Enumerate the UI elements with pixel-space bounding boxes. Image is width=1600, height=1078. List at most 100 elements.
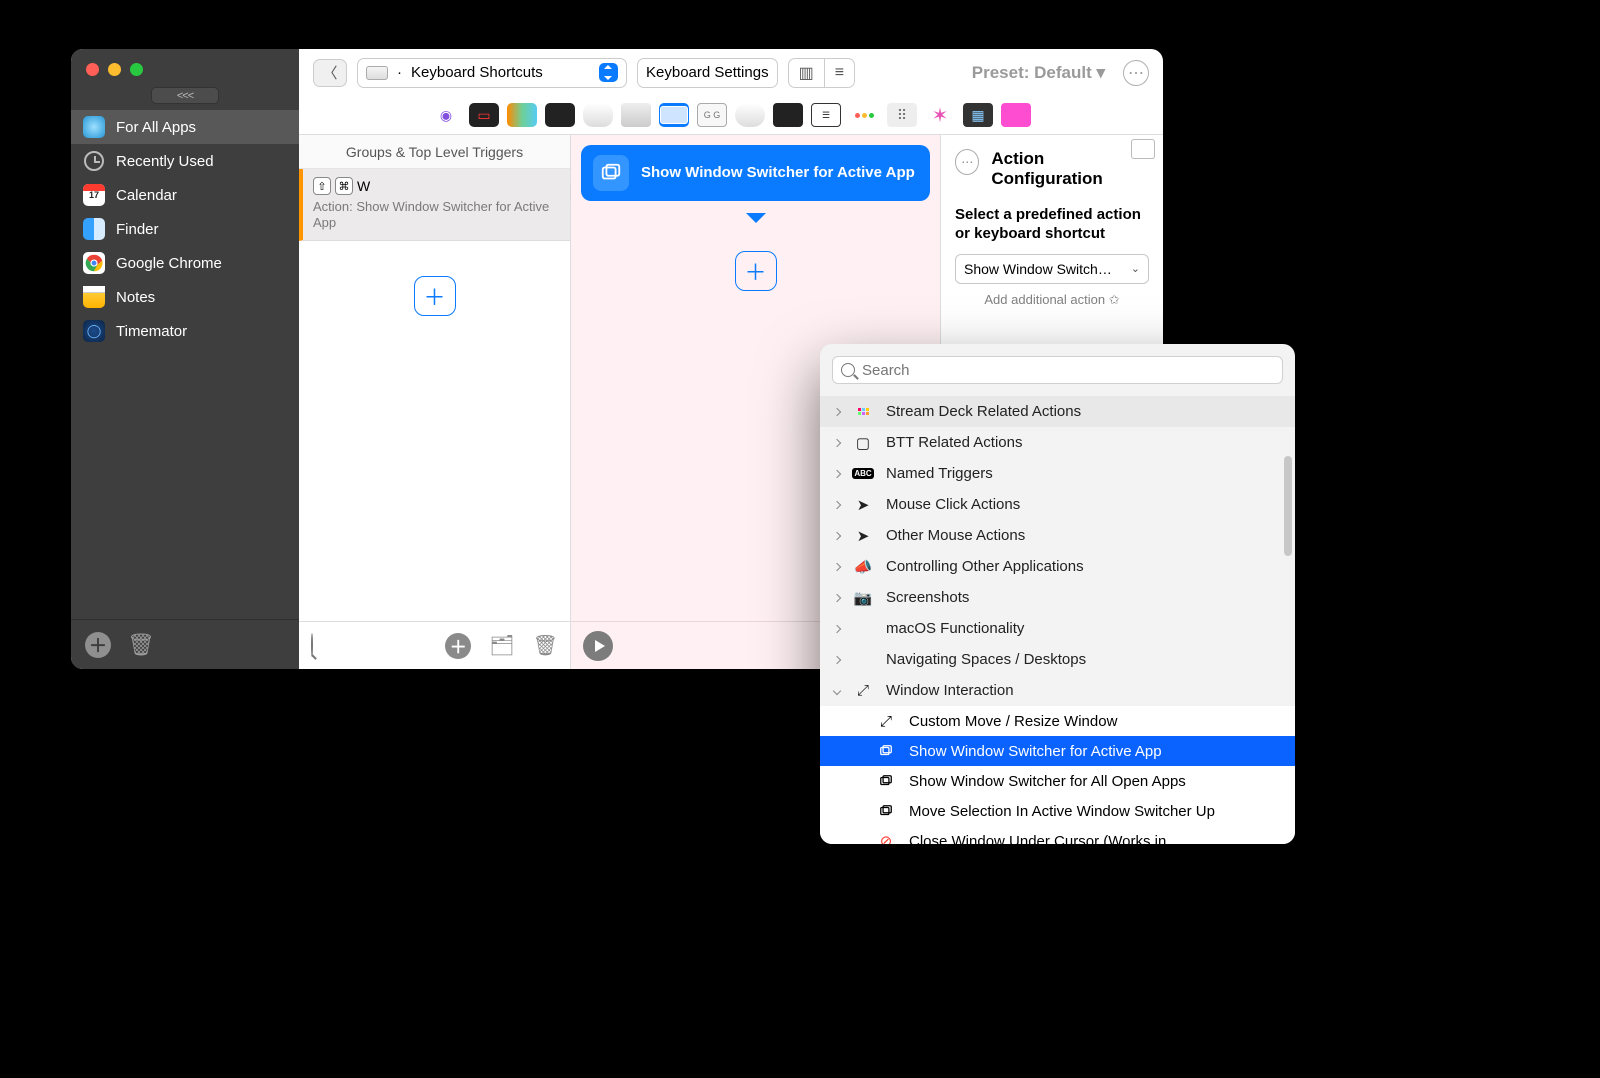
view-mode-toggle[interactable]: ▥ ≡ xyxy=(788,58,855,88)
action-custom-move-resize[interactable]: ⤢Custom Move / Resize Window xyxy=(820,706,1295,736)
sidebar-item-notes[interactable]: Notes xyxy=(71,280,299,314)
category-mouse-click[interactable]: ➤Mouse Click Actions xyxy=(820,489,1295,520)
device-proximity-icon[interactable]: ◉ xyxy=(431,103,461,127)
device-streamdeck-grid-icon[interactable] xyxy=(545,103,575,127)
groups-header: Groups & Top Level Triggers xyxy=(299,135,570,169)
add-button[interactable]: ＋ xyxy=(445,633,471,659)
popout-icon[interactable] xyxy=(1133,141,1155,159)
chevron-down-icon: ⌄ xyxy=(1131,262,1140,275)
action-title: Show Window Switcher for Active App xyxy=(641,164,915,182)
add-app-button[interactable]: ＋ xyxy=(85,632,111,658)
trigger-description: Action: Show Window Switcher for Active … xyxy=(313,199,560,232)
window-switcher-icon xyxy=(593,155,629,191)
trigger-shortcut: ⇧ ⌘ W xyxy=(313,177,560,195)
device-dots-icon[interactable] xyxy=(849,103,879,127)
search-input[interactable] xyxy=(862,362,1274,379)
device-selector-row: ◉ ▭ G G ☰ ⠿ ✶ ▦ xyxy=(299,96,1163,134)
scrollbar[interactable] xyxy=(1284,456,1292,556)
sidebar-item-finder[interactable]: Finder xyxy=(71,212,299,246)
action-picker-popover: Stream Deck Related Actions ▢BTT Related… xyxy=(820,344,1295,844)
category-screenshots[interactable]: 📷Screenshots xyxy=(820,582,1295,613)
trigger-row[interactable]: ⇧ ⌘ W Action: Show Window Switcher for A… xyxy=(299,169,570,241)
add-trigger-button[interactable]: ＋ xyxy=(414,276,456,316)
list-view-icon[interactable]: ≡ xyxy=(824,59,854,87)
action-move-selection-up[interactable]: Move Selection In Active Window Switcher… xyxy=(820,796,1295,826)
delete-app-button[interactable]: 🗑 xyxy=(127,632,155,658)
action-close-window-cursor[interactable]: ⊘ Close Window Under Cursor (Works in xyxy=(820,826,1295,844)
add-action-button[interactable]: ＋ xyxy=(735,251,777,291)
cursor-icon: ➤ xyxy=(853,496,873,514)
run-action-button[interactable] xyxy=(583,631,613,661)
sidebar-item-label: Google Chrome xyxy=(116,255,222,272)
add-additional-action[interactable]: Add additional action ✩ xyxy=(955,292,1149,308)
category-named-triggers[interactable]: ABCNamed Triggers xyxy=(820,458,1295,489)
collapse-sidebar-button[interactable]: <<< xyxy=(151,87,219,104)
gear-icon[interactable]: ⋯ xyxy=(955,149,979,175)
device-trackpad-icon[interactable] xyxy=(621,103,651,127)
device-magic-mouse-icon[interactable] xyxy=(735,103,765,127)
back-button[interactable]: 〈 xyxy=(313,59,347,87)
window-controls xyxy=(71,49,299,76)
device-midi-icon[interactable]: ⠿ xyxy=(887,103,917,127)
sidebar-item-recently-used[interactable]: Recently Used xyxy=(71,144,299,178)
sidebar-item-chrome[interactable]: Google Chrome xyxy=(71,246,299,280)
category-list: Stream Deck Related Actions ▢BTT Related… xyxy=(820,396,1295,844)
category-btt[interactable]: ▢BTT Related Actions xyxy=(820,427,1295,458)
calendar-icon xyxy=(83,184,105,206)
column-view-icon[interactable]: ▥ xyxy=(789,59,824,87)
device-mouse-icon[interactable] xyxy=(583,103,613,127)
category-macos[interactable]: macOS Functionality xyxy=(820,613,1295,644)
device-pink-icon[interactable] xyxy=(1001,103,1031,127)
action-card[interactable]: Show Window Switcher for Active App xyxy=(581,145,930,201)
close-window-button[interactable] xyxy=(86,63,99,76)
sidebar-item-label: Calendar xyxy=(116,187,177,204)
sidebar-item-label: For All Apps xyxy=(116,119,196,136)
minimize-window-button[interactable] xyxy=(108,63,121,76)
more-menu-button[interactable]: ⋯ xyxy=(1123,60,1149,86)
sidebar-item-calendar[interactable]: Calendar xyxy=(71,178,299,212)
action-select-dropdown[interactable]: Show Window Switch… ⌄ xyxy=(955,254,1149,284)
device-touchbar-icon[interactable]: ▭ xyxy=(469,103,499,127)
section-dropdown[interactable]: · Keyboard Shortcuts xyxy=(357,58,627,88)
device-keyboard-icon[interactable] xyxy=(659,103,689,127)
sidebar-item-label: Notes xyxy=(116,289,155,306)
action-window-switcher-active[interactable]: Show Window Switcher for Active App xyxy=(820,736,1295,766)
category-controlling-apps[interactable]: 📣Controlling Other Applications xyxy=(820,551,1295,582)
section-label: Keyboard Shortcuts xyxy=(411,64,543,81)
shift-key-icon: ⇧ xyxy=(313,177,331,195)
category-window-interaction[interactable]: ⤢Window Interaction xyxy=(820,675,1295,706)
search-field[interactable] xyxy=(832,356,1283,384)
zoom-window-button[interactable] xyxy=(130,63,143,76)
window-icon xyxy=(876,804,896,818)
search-icon[interactable] xyxy=(311,634,313,657)
device-remote-icon[interactable] xyxy=(773,103,803,127)
configuration-help: Select a predefined action or keyboard s… xyxy=(955,206,1149,244)
delete-icon[interactable]: 🗑 xyxy=(533,633,558,658)
sidebar-item-all-apps[interactable]: For All Apps xyxy=(71,110,299,144)
action-window-switcher-all[interactable]: Show Window Switcher for All Open Apps xyxy=(820,766,1295,796)
category-stream-deck[interactable]: Stream Deck Related Actions xyxy=(820,396,1295,427)
device-streamdeck-colors-icon[interactable] xyxy=(507,103,537,127)
sidebar-item-timemator[interactable]: Timemator xyxy=(71,314,299,348)
btt-icon: ▢ xyxy=(853,434,873,452)
preset-dropdown[interactable]: Preset: Default ▾ xyxy=(972,63,1105,83)
keyboard-icon xyxy=(366,66,388,80)
expand-icon: ⤢ xyxy=(853,682,873,699)
device-grid-icon[interactable]: ▦ xyxy=(963,103,993,127)
device-key-icon[interactable]: G G xyxy=(697,103,727,127)
device-star-icon[interactable]: ✶ xyxy=(925,103,955,127)
new-folder-icon[interactable]: 🗂 xyxy=(489,633,514,658)
device-menubar-icon[interactable]: ☰ xyxy=(811,103,841,127)
window-icon xyxy=(876,774,896,788)
toolbar: 〈 · Keyboard Shortcuts Keyboard Settings… xyxy=(299,49,1163,96)
clock-icon xyxy=(83,150,105,172)
settings-button[interactable]: Keyboard Settings xyxy=(637,58,778,88)
groups-column: Groups & Top Level Triggers ⇧ ⌘ W Action… xyxy=(299,135,571,669)
window-icon xyxy=(876,744,896,758)
category-spaces[interactable]: Navigating Spaces / Desktops xyxy=(820,644,1295,675)
globe-icon xyxy=(83,116,105,138)
notes-icon xyxy=(83,286,105,308)
abc-icon: ABC xyxy=(853,468,873,479)
streamdeck-icon xyxy=(853,408,873,415)
category-other-mouse[interactable]: ➤Other Mouse Actions xyxy=(820,520,1295,551)
